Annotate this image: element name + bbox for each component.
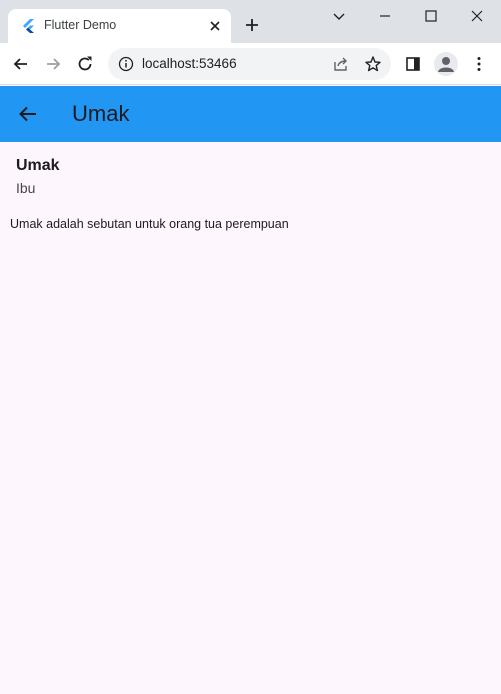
back-icon[interactable]	[11, 54, 31, 74]
share-icon[interactable]	[332, 55, 350, 73]
reload-icon[interactable]	[75, 54, 95, 74]
back-arrow-icon[interactable]	[16, 102, 40, 126]
minimize-icon[interactable]	[375, 6, 395, 26]
page-title: Umak	[72, 101, 130, 126]
browser-tabstrip: Flutter Demo	[0, 0, 501, 43]
word-meaning: Ibu	[16, 180, 36, 196]
address-bar[interactable]: localhost:53466	[108, 48, 391, 80]
profile-avatar-icon[interactable]	[434, 52, 458, 76]
app-bar: Umak	[0, 86, 501, 142]
word-description: Umak adalah sebutan untuk orang tua pere…	[10, 217, 289, 231]
tab-search-chevron-icon[interactable]	[329, 6, 349, 26]
url-text[interactable]: localhost:53466	[142, 56, 237, 71]
close-tab-icon[interactable]	[207, 18, 223, 34]
forward-icon[interactable]	[43, 54, 63, 74]
maximize-icon[interactable]	[421, 6, 441, 26]
bookmark-star-icon[interactable]	[364, 55, 382, 73]
tab-title: Flutter Demo	[44, 18, 117, 32]
browser-toolbar: localhost:53466	[0, 43, 501, 85]
site-info-icon[interactable]	[118, 56, 134, 72]
more-menu-icon[interactable]	[470, 55, 488, 73]
new-tab-icon[interactable]	[243, 16, 261, 34]
close-window-icon[interactable]	[467, 6, 487, 26]
side-panel-icon[interactable]	[404, 55, 422, 73]
browser-tab[interactable]: Flutter Demo	[8, 9, 231, 43]
flutter-logo-icon	[22, 19, 36, 33]
word-title: Umak	[16, 157, 60, 174]
